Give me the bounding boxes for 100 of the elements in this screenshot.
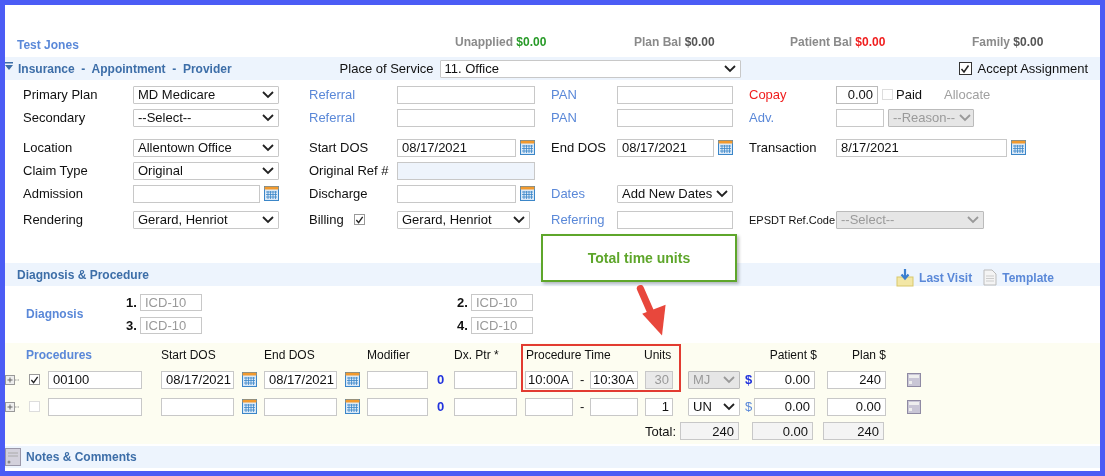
calendar-icon[interactable]: [345, 372, 360, 387]
field-label[interactable]: Referring: [551, 212, 605, 227]
calendar-icon[interactable]: [1011, 140, 1026, 155]
date-field[interactable]: 8/17/2021: [836, 138, 1007, 157]
field-label[interactable]: Adv.: [749, 110, 775, 125]
field-label[interactable]: Referral: [309, 87, 356, 102]
procedure-code-field[interactable]: 00100: [48, 370, 142, 389]
field-label: Claim Type: [23, 163, 88, 178]
calendar-icon[interactable]: [264, 186, 279, 201]
total-field: 240: [823, 422, 884, 440]
callout-box: Total time units: [541, 234, 737, 282]
select-field[interactable]: UN: [688, 397, 740, 416]
input-field[interactable]: [617, 85, 733, 104]
procedure-code-field[interactable]: [48, 397, 142, 416]
section-title[interactable]: Diagnosis & Procedure: [17, 267, 150, 282]
date-field[interactable]: 08/17/2021: [397, 138, 516, 157]
amount-field[interactable]: 0.00: [754, 397, 815, 416]
balance-amount: Unapplied $0.00: [455, 35, 547, 49]
calendar-icon[interactable]: [718, 140, 733, 155]
balance-amount: Patient Bal $0.00: [790, 35, 886, 49]
amount-field[interactable]: 0.00: [754, 370, 815, 389]
select-field[interactable]: Add New Dates: [617, 184, 733, 203]
chevron-down-icon: [262, 143, 274, 152]
pointer-count[interactable]: 0: [433, 372, 452, 387]
diagnosis-number: 4.: [457, 318, 465, 333]
checkbox[interactable]: [29, 374, 40, 385]
select-field[interactable]: 11. Office: [439, 59, 741, 78]
document-icon[interactable]: [983, 269, 998, 286]
calendar-icon[interactable]: [242, 372, 257, 387]
select-field[interactable]: --Select--: [133, 108, 279, 127]
date-field[interactable]: 08/17/2021: [617, 138, 714, 157]
select-field[interactable]: MD Medicare: [133, 85, 279, 104]
field-label: Admission: [23, 186, 83, 201]
field-label: Billing: [309, 212, 344, 227]
pointer-field[interactable]: [454, 397, 517, 416]
chevron-down-icon: [262, 166, 274, 175]
select-field[interactable]: Allentown Office: [133, 138, 279, 157]
date-field[interactable]: [133, 184, 260, 203]
field-label: Secondary: [23, 110, 86, 125]
select-field[interactable]: Original: [133, 161, 279, 180]
collapse-icon[interactable]: [5, 62, 13, 70]
select-field[interactable]: Gerard, Henriot: [133, 210, 279, 229]
pointer-field[interactable]: [454, 370, 517, 389]
note-download-icon[interactable]: [896, 268, 915, 287]
field-label[interactable]: PAN: [551, 110, 577, 125]
calendar-icon[interactable]: [242, 399, 257, 414]
time-field[interactable]: 10:00A: [525, 370, 573, 389]
modifier-field[interactable]: [367, 397, 428, 416]
column-header: Start DOS: [160, 348, 217, 362]
units-field[interactable]: 1: [645, 397, 673, 416]
date-field[interactable]: 08/17/2021: [161, 370, 234, 389]
section-title[interactable]: Insurance - Appointment - Provider: [18, 61, 232, 76]
amount-field[interactable]: 240: [827, 370, 886, 389]
currency-link[interactable]: $: [743, 372, 752, 387]
input-field[interactable]: [836, 108, 884, 127]
input-field[interactable]: [397, 161, 535, 180]
pointer-count[interactable]: 0: [433, 399, 452, 414]
amount-field[interactable]: 0.00: [836, 85, 878, 104]
field-label[interactable]: Dates: [551, 186, 585, 201]
diagnosis-number: 3.: [126, 318, 134, 333]
modifier-field[interactable]: [367, 370, 428, 389]
notepad-icon[interactable]: [5, 448, 21, 466]
column-header: Units: [643, 348, 673, 362]
calculator-icon[interactable]: [907, 399, 921, 414]
input-field[interactable]: [617, 210, 733, 229]
range-dash: -: [579, 372, 586, 387]
chevron-down-icon: [723, 64, 736, 73]
diagnosis-number: 1.: [126, 295, 134, 310]
time-field[interactable]: [590, 397, 638, 416]
chevron-down-icon: [513, 215, 525, 224]
amount-field[interactable]: 0.00: [827, 397, 886, 416]
checkbox-label: Paid: [896, 87, 923, 102]
time-field[interactable]: 10:30A: [590, 370, 638, 389]
field-label: Diagnosis: [26, 307, 85, 321]
date-field[interactable]: [264, 397, 337, 416]
calculator-icon[interactable]: [907, 372, 921, 387]
input-field[interactable]: [397, 85, 535, 104]
field-label[interactable]: PAN: [551, 87, 577, 102]
chevron-down-icon: [967, 215, 979, 224]
date-field[interactable]: [397, 184, 516, 203]
input-field[interactable]: [397, 108, 535, 127]
field-label: Transaction: [749, 140, 817, 155]
checkbox[interactable]: [958, 62, 972, 75]
input-field[interactable]: [617, 108, 733, 127]
date-field[interactable]: [161, 397, 234, 416]
calendar-icon[interactable]: [520, 140, 535, 155]
patient-name[interactable]: Test Jones: [17, 32, 79, 52]
field-label[interactable]: Referral: [309, 110, 356, 125]
checkbox[interactable]: [353, 214, 365, 225]
calendar-icon[interactable]: [520, 186, 535, 201]
section-title[interactable]: Notes & Comments: [26, 450, 137, 464]
select-field[interactable]: Gerard, Henriot: [397, 210, 530, 229]
currency-link[interactable]: $: [743, 399, 752, 414]
date-field[interactable]: 08/17/2021: [264, 370, 337, 389]
balance-amount: Plan Bal $0.00: [634, 35, 715, 49]
calendar-icon[interactable]: [345, 399, 360, 414]
checkbox-label: Accept Assignment: [977, 61, 1089, 76]
total-field: 240: [680, 422, 739, 440]
time-field[interactable]: [525, 397, 573, 416]
column-header: Procedure Time: [525, 348, 612, 362]
